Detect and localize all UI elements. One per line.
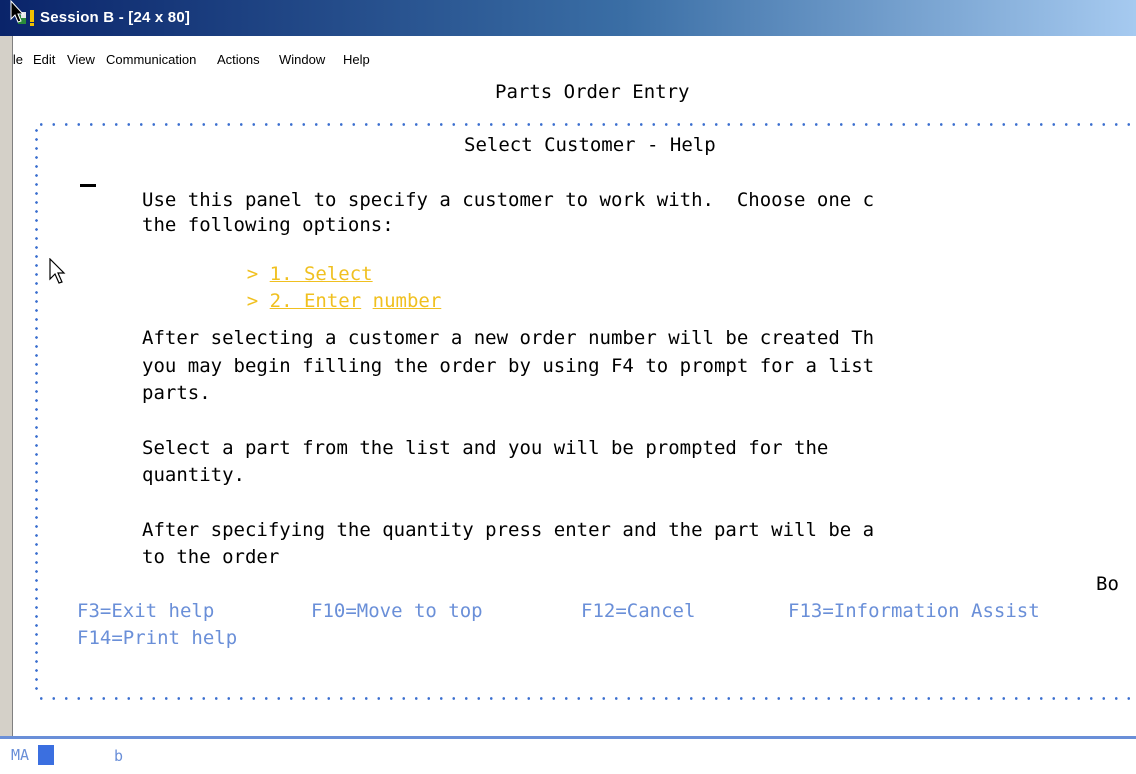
menu-actions[interactable]: Actions <box>217 52 260 67</box>
terminal-screen[interactable]: Parts Order Entry Select Customer - Help… <box>13 72 1136 736</box>
help-option-enter-number[interactable]: > 2. Enter number <box>201 268 442 334</box>
fkey-f12-cancel[interactable]: F12=Cancel <box>581 600 695 622</box>
para2-line-2: you may begin filling the order by using… <box>142 355 875 377</box>
window-title-bar[interactable]: Session B - [24 x 80] <box>0 0 1136 36</box>
text-cursor <box>80 184 96 187</box>
status-field: b <box>114 747 124 765</box>
help-window-bottom-border <box>35 697 1136 700</box>
menu-help[interactable]: Help <box>343 52 370 67</box>
mouse-pointer-icon <box>10 0 25 23</box>
intro-line-2: the following options: <box>142 214 394 236</box>
menu-communication[interactable]: Communication <box>106 52 196 67</box>
fkey-f14-print-help[interactable]: F14=Print help <box>77 627 237 649</box>
fkey-f13-information-assist[interactable]: F13=Information Assist <box>788 600 1040 622</box>
option-enter-link[interactable]: 2. Enter <box>270 290 362 312</box>
menu-window[interactable]: Window <box>279 52 325 67</box>
menu-view[interactable]: View <box>67 52 95 67</box>
para2-line-3: parts. <box>142 382 211 404</box>
window-left-frame <box>0 36 13 736</box>
help-window-top-border <box>35 123 1136 126</box>
menu-bar: File Edit View Communication Actions Win… <box>0 46 1136 72</box>
more-indicator: Bo <box>1096 573 1119 595</box>
intro-line-1: Use this panel to specify a customer to … <box>142 189 875 211</box>
operator-info-area: MA b <box>0 736 1136 774</box>
arrow-pointer-icon <box>49 258 66 284</box>
help-window-left-border <box>35 126 38 694</box>
option-marker: > <box>246 290 259 312</box>
window-title: Session B - [24 x 80] <box>40 9 191 26</box>
para4-line-1: After specifying the quantity press ente… <box>142 519 875 541</box>
option-number-link[interactable]: number <box>373 290 442 312</box>
para4-line-2: to the order <box>142 546 280 568</box>
panel-title: Select Customer - Help <box>464 134 716 156</box>
status-block-icon <box>38 745 54 765</box>
fkey-f3-exit-help[interactable]: F3=Exit help <box>77 600 214 622</box>
para3-line-2: quantity. <box>142 464 245 486</box>
menu-edit[interactable]: Edit <box>33 52 55 67</box>
app-title: Parts Order Entry <box>495 81 690 103</box>
status-indicator: MA <box>11 746 30 764</box>
fkey-f10-move-to-top[interactable]: F10=Move to top <box>311 600 483 622</box>
para2-line-1: After selecting a customer a new order n… <box>142 327 875 349</box>
para3-line-1: Select a part from the list and you will… <box>142 437 829 459</box>
